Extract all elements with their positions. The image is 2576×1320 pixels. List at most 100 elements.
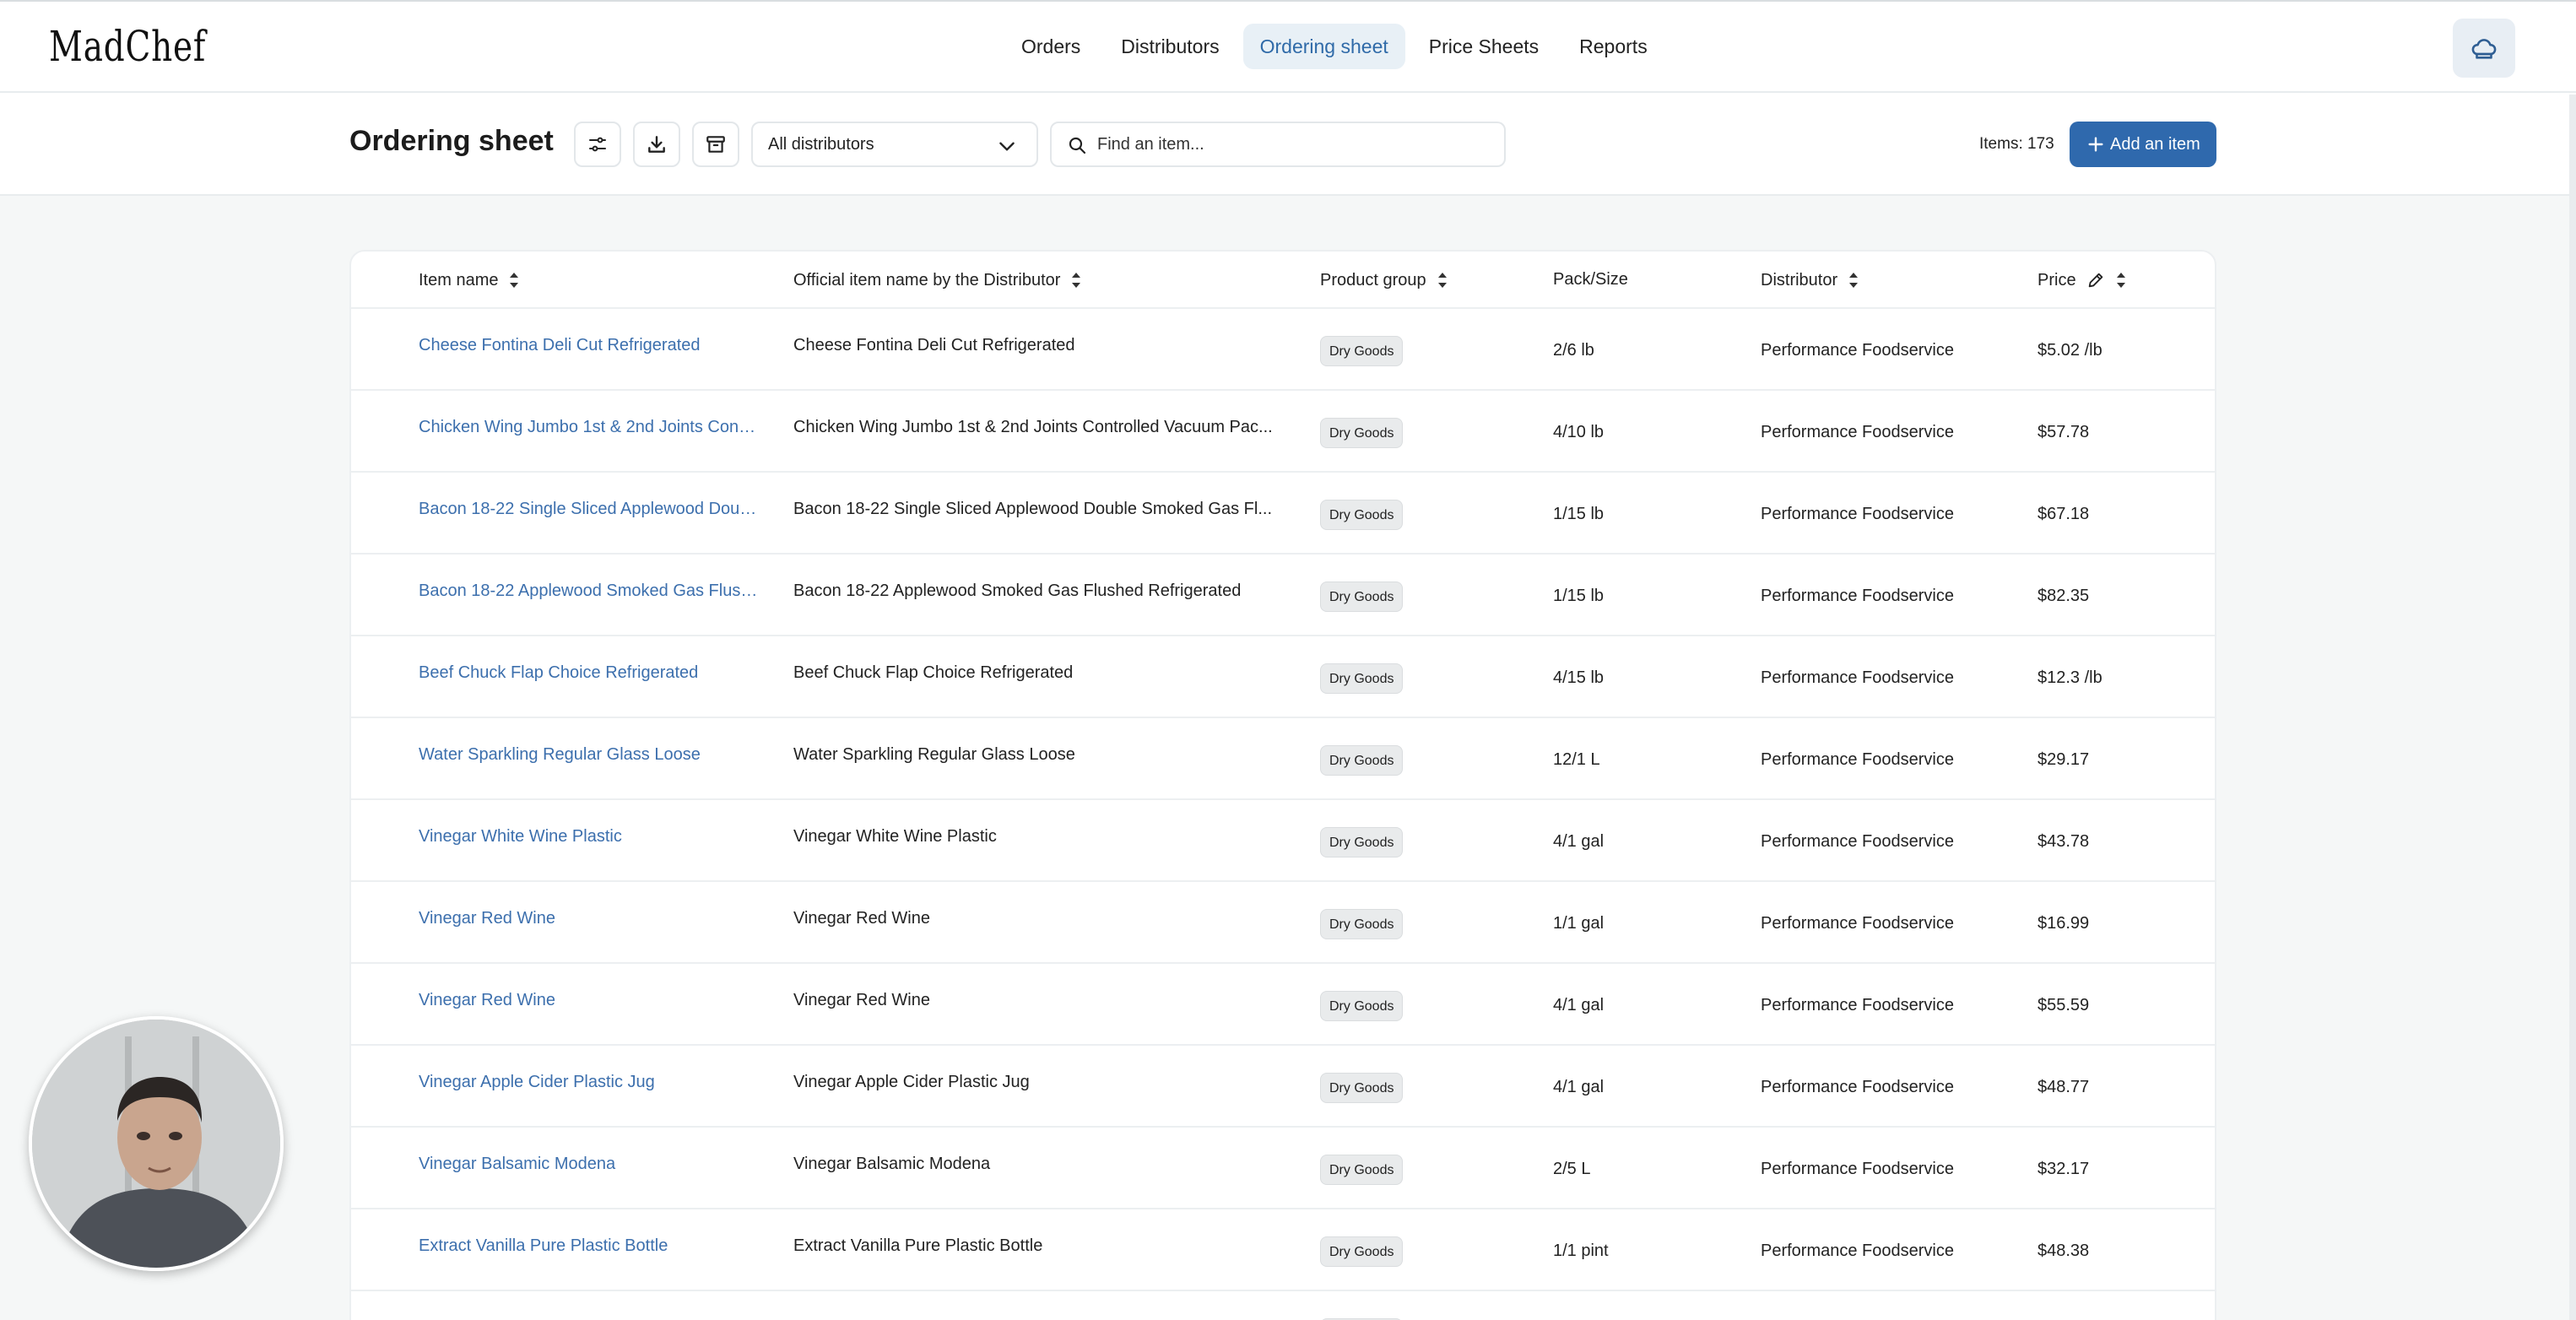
col-item-name[interactable]: Item name — [419, 270, 520, 290]
item-name-link[interactable]: Vinegar White Wine Plastic — [419, 827, 760, 847]
sort-icon — [510, 273, 519, 288]
item-name-link[interactable]: Beef Chuck Flap Choice Refrigerated — [419, 663, 760, 683]
distributor-name: Performance Foodservice — [1761, 668, 1954, 687]
item-price: $82.35 — [2038, 587, 2090, 605]
page-scrollbar[interactable] — [2569, 95, 2576, 1320]
item-price: $55.59 — [2038, 996, 2090, 1014]
official-item-name: Vinegar Balsamic Modena — [793, 1155, 991, 1173]
distributor-name: Performance Foodservice — [1761, 587, 1954, 605]
archive-icon — [706, 136, 725, 153]
product-group-badge: Dry Goods — [1320, 336, 1404, 366]
table-row[interactable]: Cheese Fontina Deli Cut Refrigerated Chee… — [351, 309, 2215, 391]
distributor-name: Performance Foodservice — [1761, 750, 1954, 769]
search-box[interactable] — [1050, 122, 1506, 167]
item-name-link[interactable]: Cheese Fontina Deli Cut Refrigerated — [419, 336, 760, 355]
archive-button[interactable] — [692, 122, 739, 167]
table-row[interactable]: Vinegar Red Wine Vinegar Red Wine Dry Good… — [351, 964, 2215, 1046]
pencil-icon[interactable] — [2086, 271, 2105, 289]
item-name-link[interactable]: Vinegar Red Wine — [419, 909, 760, 928]
table-row[interactable]: Vinegar Red Wine Vinegar Red Wine Dry Good… — [351, 882, 2215, 964]
table-row[interactable]: Bacon 18-22 Applewood Smoked Gas Flush..… — [351, 555, 2215, 636]
table-row[interactable]: Chicken Wing Jumbo 1st & 2nd Joints Cont… — [351, 391, 2215, 473]
nav-price-sheets[interactable]: Price Sheets — [1412, 24, 1556, 69]
product-group-badge: Dry Goods — [1320, 1236, 1404, 1267]
col-distributor-label: Distributor — [1761, 270, 1838, 289]
pack-size: 4/1 gal — [1553, 832, 1605, 851]
pack-size: 2/6 lb — [1553, 341, 1594, 360]
item-name-link[interactable]: Bacon 18-22 Single Sliced Applewood Doub… — [419, 500, 760, 519]
official-item-name: Bacon 18-22 Applewood Smoked Gas Flushed… — [793, 582, 1242, 600]
pack-size: 1/15 lb — [1553, 505, 1605, 523]
col-price[interactable]: Price — [2038, 270, 2127, 290]
sort-icon — [2116, 273, 2125, 288]
search-input[interactable] — [1097, 132, 1486, 157]
page-toolbar: Ordering sheet All distributors Items: 1… — [0, 93, 2576, 196]
distributor-select[interactable]: All distributors — [751, 122, 1038, 167]
item-name-link[interactable]: Water Sparkling Regular Glass Loose — [419, 745, 760, 765]
presenter-video — [32, 1020, 280, 1268]
table-row[interactable]: Vinegar White Wine Plastic Vinegar White … — [351, 800, 2215, 882]
pack-size: 4/1 gal — [1553, 996, 1605, 1014]
col-product-group[interactable]: Product group — [1320, 270, 1448, 290]
col-item-name-label: Item name — [419, 270, 499, 289]
official-item-name: Vinegar Red Wine — [793, 909, 930, 928]
webcam-overlay — [29, 1016, 284, 1271]
item-price: $57.78 — [2038, 423, 2090, 441]
distributor-name: Performance Foodservice — [1761, 1160, 1954, 1178]
item-name-link[interactable]: Vinegar Apple Cider Plastic Jug — [419, 1073, 760, 1092]
item-name-link[interactable]: Vinegar Balsamic Modena — [419, 1155, 760, 1174]
table-row[interactable]: Dry Goods — [351, 1291, 2215, 1320]
nav-distributors[interactable]: Distributors — [1104, 24, 1236, 69]
item-price: $5.02 /lb — [2038, 341, 2102, 360]
product-group-badge: Dry Goods — [1320, 1155, 1404, 1185]
app-logo[interactable]: MadChef — [49, 22, 206, 73]
col-distributor[interactable]: Distributor — [1761, 270, 1859, 290]
official-item-name: Beef Chuck Flap Choice Refrigerated — [793, 663, 1074, 682]
product-group-badge: Dry Goods — [1320, 991, 1404, 1021]
nav-orders[interactable]: Orders — [1004, 24, 1097, 69]
plus-icon — [2088, 137, 2103, 152]
download-button[interactable] — [633, 122, 680, 167]
product-group-badge: Dry Goods — [1320, 663, 1404, 694]
product-group-badge: Dry Goods — [1320, 500, 1404, 530]
pack-size: 1/15 lb — [1553, 587, 1605, 605]
col-price-label: Price — [2038, 270, 2076, 289]
add-item-button[interactable]: Add an item — [2070, 122, 2216, 167]
pack-size: 12/1 L — [1553, 750, 1600, 769]
official-item-name: Vinegar Apple Cider Plastic Jug — [793, 1073, 1030, 1091]
distributor-select-value: All distributors — [768, 135, 874, 154]
col-official-name[interactable]: Official item name by the Distributor — [793, 270, 1082, 290]
item-name-link[interactable]: Vinegar Red Wine — [419, 991, 760, 1010]
item-price: $48.77 — [2038, 1078, 2090, 1096]
table-row[interactable]: Beef Chuck Flap Choice Refrigerated Beef … — [351, 636, 2215, 718]
item-name-link[interactable]: Bacon 18-22 Applewood Smoked Gas Flush..… — [419, 582, 760, 601]
item-name-link[interactable]: Extract Vanilla Pure Plastic Bottle — [419, 1236, 760, 1256]
distributor-name: Performance Foodservice — [1761, 423, 1954, 441]
col-pack-size: Pack/Size — [1553, 270, 1628, 289]
nav-reports[interactable]: Reports — [1562, 24, 1664, 69]
table-row[interactable]: Water Sparkling Regular Glass Loose Water… — [351, 718, 2215, 800]
sort-icon — [1437, 273, 1447, 288]
download-icon — [648, 136, 665, 153]
table-row[interactable]: Vinegar Apple Cider Plastic Jug Vinegar A… — [351, 1046, 2215, 1128]
sort-icon — [1849, 273, 1859, 288]
nav-ordering-sheet[interactable]: Ordering sheet — [1242, 24, 1405, 69]
official-item-name: Water Sparkling Regular Glass Loose — [793, 745, 1075, 764]
product-group-badge: Dry Goods — [1320, 827, 1404, 857]
table-row[interactable]: Extract Vanilla Pure Plastic Bottle Extra… — [351, 1209, 2215, 1291]
table-row[interactable]: Vinegar Balsamic Modena Vinegar Balsamic … — [351, 1128, 2215, 1209]
chevron-down-icon — [999, 142, 1015, 151]
search-icon — [1069, 137, 1086, 154]
official-item-name: Vinegar Red Wine — [793, 991, 930, 1009]
col-product-group-label: Product group — [1320, 270, 1426, 289]
profile-button[interactable] — [2453, 19, 2515, 78]
official-item-name: Vinegar White Wine Plastic — [793, 827, 997, 846]
sort-icon — [1072, 273, 1081, 288]
pack-size: 1/1 pint — [1553, 1242, 1609, 1260]
table-row[interactable]: Bacon 18-22 Single Sliced Applewood Doub… — [351, 473, 2215, 555]
official-item-name: Bacon 18-22 Single Sliced Applewood Doub… — [793, 500, 1273, 518]
distributor-name: Performance Foodservice — [1761, 1078, 1954, 1096]
pack-size: 2/5 L — [1553, 1160, 1591, 1178]
filter-settings-button[interactable] — [574, 122, 621, 167]
item-name-link[interactable]: Chicken Wing Jumbo 1st & 2nd Joints Cont… — [419, 418, 760, 437]
